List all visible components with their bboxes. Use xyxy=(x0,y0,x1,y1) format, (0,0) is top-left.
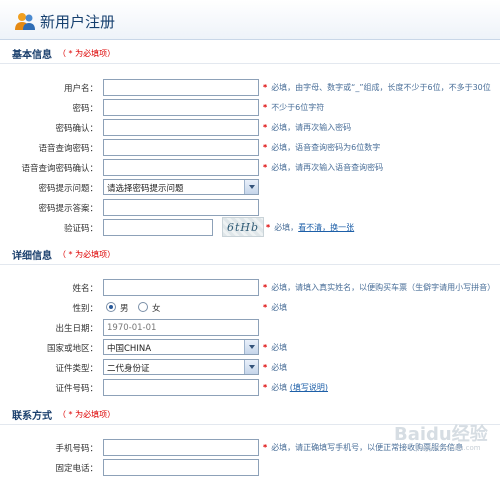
id-type-hint: * 必填 xyxy=(263,363,288,372)
question-label: 密码提示问题： xyxy=(38,184,98,194)
form-row-gender: 性别： 男 女 * 必填 xyxy=(0,298,500,318)
section-detail: 详细信息 （ * 为必填项） xyxy=(0,243,500,265)
country-hint: * 必填 xyxy=(263,343,288,352)
answer-input[interactable] xyxy=(103,199,259,216)
fill-instructions-link[interactable]: (填写说明) xyxy=(290,383,328,392)
id-type-label: 证件类型： xyxy=(55,364,98,374)
phone-input[interactable] xyxy=(103,459,259,476)
password-confirm-label: 密码确认： xyxy=(55,124,98,134)
chevron-down-icon[interactable] xyxy=(244,180,258,194)
form-row-voice-password-confirm: 语音查询密码确认： * 必填，请再次输入语音查询密码 xyxy=(0,158,500,178)
password-hint: * 不少于6位字符 xyxy=(263,103,325,112)
form-row-answer: 密码提示答案： xyxy=(0,198,500,218)
required-note: （ * 为必填项） xyxy=(58,250,116,259)
password-confirm-input[interactable] xyxy=(103,119,259,136)
gender-male-radio[interactable] xyxy=(106,302,116,312)
password-label: 密码： xyxy=(72,104,98,114)
birth-date-input[interactable]: 1970-01-01 xyxy=(103,319,259,336)
gender-female-label: 女 xyxy=(152,304,161,314)
section-basic: 基本信息 （ * 为必填项） xyxy=(0,42,500,64)
section-title: 基本信息 xyxy=(12,50,52,61)
users-icon xyxy=(15,13,35,30)
password-input[interactable] xyxy=(103,99,259,116)
country-select-value: 中国CHINA xyxy=(107,344,152,354)
form-row-password-confirm: 密码确认： * 必填，请再次输入密码 xyxy=(0,118,500,138)
voice-password-confirm-label: 语音查询密码确认： xyxy=(21,164,98,174)
required-note: （ * 为必填项） xyxy=(58,410,116,419)
baidu-watermark: Baidu经验 jingyan.baidu.com xyxy=(394,424,488,452)
form-row-question: 密码提示问题： 请选择密码提示问题 xyxy=(0,178,500,198)
country-label: 国家或地区： xyxy=(46,344,98,354)
section-title: 详细信息 xyxy=(12,251,52,262)
mobile-label: 手机号码： xyxy=(55,444,98,454)
captcha-hint: * 必填，看不清，换一张 xyxy=(266,223,355,232)
name-input[interactable] xyxy=(103,279,259,296)
form-row-id-number: 证件号码： * 必填 (填写说明) xyxy=(0,378,500,398)
chevron-down-icon[interactable] xyxy=(244,340,258,354)
section-title: 联系方式 xyxy=(12,411,52,422)
chevron-down-icon[interactable] xyxy=(244,360,258,374)
country-select[interactable]: 中国CHINA xyxy=(103,339,259,355)
page-title: 新用户注册 xyxy=(40,13,116,31)
voice-password-confirm-input[interactable] xyxy=(103,159,259,176)
voice-password-label: 语音查询密码： xyxy=(38,144,98,154)
gender-hint: * 必填 xyxy=(263,303,288,312)
form-row-password: 密码： * 不少于6位字符 xyxy=(0,98,500,118)
captcha-label: 验证码： xyxy=(63,224,98,234)
form-row-voice-password: 语音查询密码： * 必填，语音查询密码为6位数字 xyxy=(0,138,500,158)
id-number-input[interactable] xyxy=(103,379,259,396)
birth-label: 出生日期： xyxy=(55,324,98,334)
gender-male-label: 男 xyxy=(120,304,129,314)
form-row-id-type: 证件类型： 二代身份证 * 必填 xyxy=(0,358,500,378)
gender-female-radio[interactable] xyxy=(138,302,148,312)
username-label: 用户名： xyxy=(63,84,98,94)
password-confirm-hint: * 必填，请再次输入密码 xyxy=(263,123,352,132)
username-hint: * 必填，由字母、数字或“_”组成，长度不少于6位，不多于30位 xyxy=(263,83,491,92)
name-hint: * 必填，请填入真实姓名，以便购买车票（生僻字请用小写拼音） xyxy=(263,283,496,292)
voice-password-input[interactable] xyxy=(103,139,259,156)
question-select-value: 请选择密码提示问题 xyxy=(107,184,184,194)
form-row-name: 姓名： * 必填，请填入真实姓名，以便购买车票（生僻字请用小写拼音） xyxy=(0,278,500,298)
required-note: （ * 为必填项） xyxy=(58,49,116,58)
voice-password-confirm-hint: * 必填，请再次输入语音查询密码 xyxy=(263,163,384,172)
id-type-select[interactable]: 二代身份证 xyxy=(103,359,259,375)
gender-label: 性别： xyxy=(72,304,98,314)
id-number-label: 证件号码： xyxy=(55,384,98,394)
refresh-captcha-link[interactable]: 看不清，换一张 xyxy=(298,223,354,232)
form-row-captcha: 验证码： 6tHb * 必填，看不清，换一张 xyxy=(0,217,500,238)
captcha-input[interactable] xyxy=(103,219,213,236)
phone-label: 固定电话： xyxy=(55,464,98,474)
mobile-input[interactable] xyxy=(103,439,259,456)
question-select[interactable]: 请选择密码提示问题 xyxy=(103,179,259,195)
form-row-country: 国家或地区： 中国CHINA * 必填 xyxy=(0,338,500,358)
name-label: 姓名： xyxy=(72,284,98,294)
form-row-username: 用户名： * 必填，由字母、数字或“_”组成，长度不少于6位，不多于30位 xyxy=(0,78,500,98)
voice-password-hint: * 必填，语音查询密码为6位数字 xyxy=(263,143,381,152)
form-row-birth: 出生日期： 1970-01-01 xyxy=(0,318,500,338)
answer-label: 密码提示答案： xyxy=(38,204,98,214)
captcha-image[interactable]: 6tHb xyxy=(222,217,264,237)
page-header: 新用户注册 xyxy=(0,0,500,40)
id-type-select-value: 二代身份证 xyxy=(107,364,150,374)
id-number-hint: * 必填 (填写说明) xyxy=(263,383,328,392)
username-input[interactable] xyxy=(103,79,259,96)
